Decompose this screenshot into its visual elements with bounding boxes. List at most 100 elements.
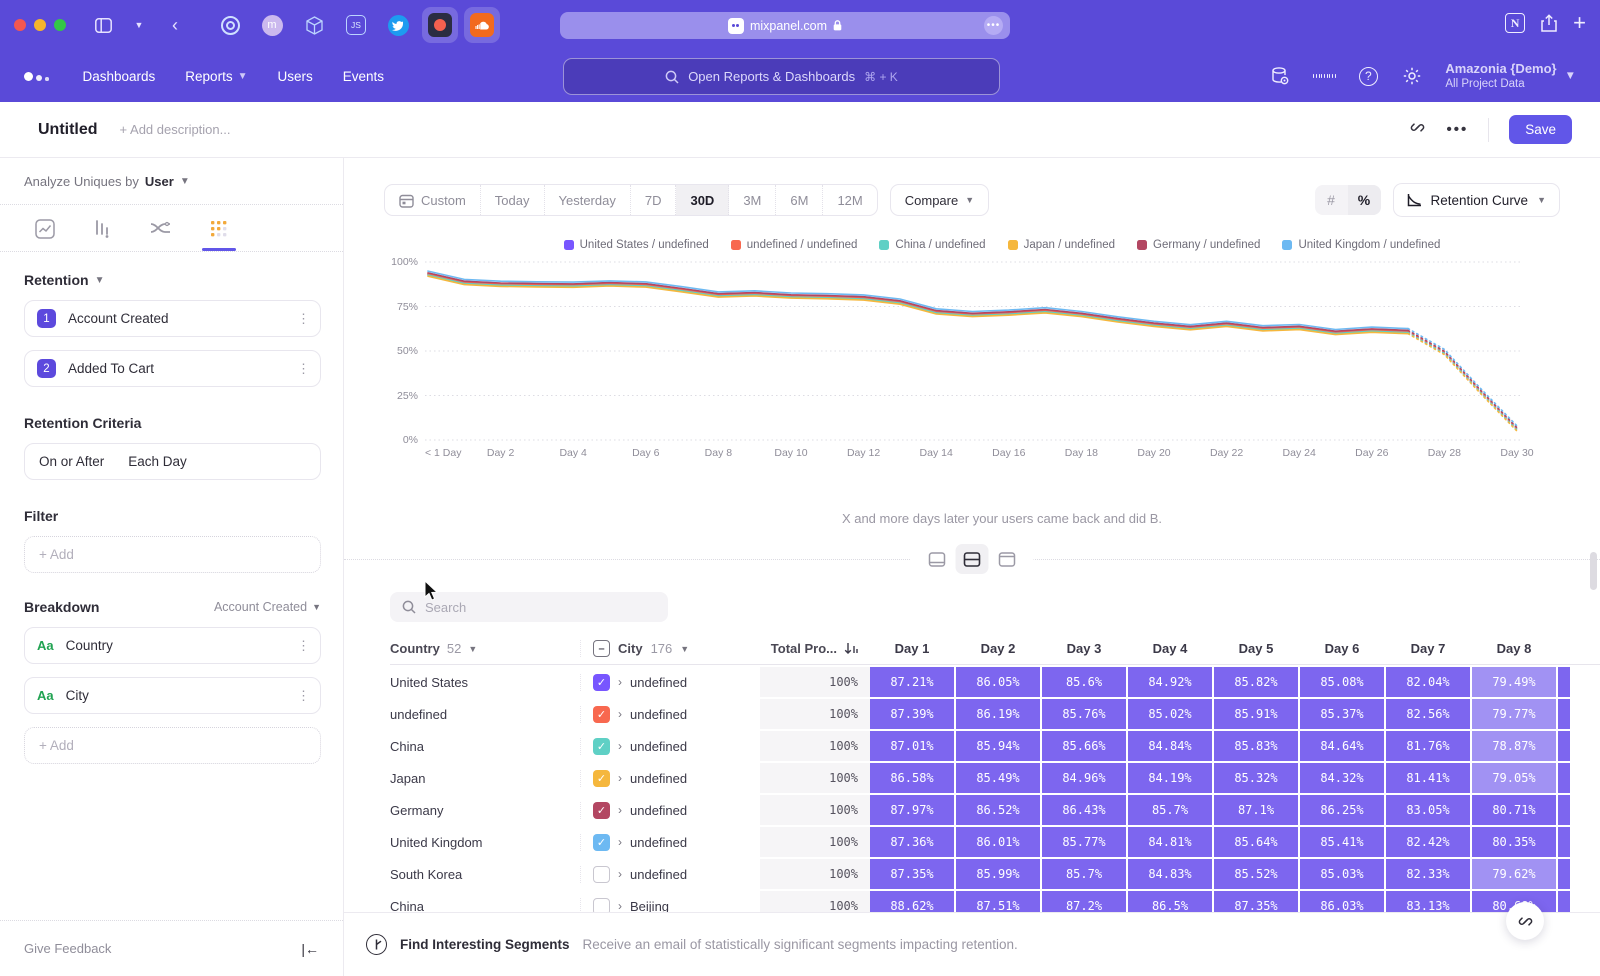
date-range-7d[interactable]: 7D: [631, 185, 677, 215]
series-checkbox[interactable]: [593, 866, 610, 883]
retention-value-cell[interactable]: 85.66%: [1042, 731, 1126, 761]
retention-value-cell[interactable]: 86.58%: [870, 763, 954, 793]
retention-value-cell[interactable]: 85.6%: [1042, 667, 1126, 697]
retention-value-cell[interactable]: 84.64%: [1300, 731, 1384, 761]
retention-value-cell[interactable]: 84.84%: [1128, 731, 1212, 761]
url-bar[interactable]: mixpanel.com •••: [560, 12, 1010, 39]
back-icon[interactable]: ‹: [162, 12, 188, 38]
retention-value-cell[interactable]: 82.33%: [1386, 859, 1470, 889]
retention-value-cell[interactable]: 87.36%: [870, 827, 954, 857]
kebab-menu-icon[interactable]: ⋮: [297, 638, 310, 654]
help-icon[interactable]: ?: [1357, 65, 1379, 87]
expand-row-icon[interactable]: ›: [618, 675, 622, 689]
series-checkbox[interactable]: ✓: [593, 706, 610, 723]
retention-value-cell[interactable]: 85.91%: [1214, 699, 1298, 729]
date-range-yesterday[interactable]: Yesterday: [545, 185, 631, 215]
day-column-header[interactable]: Day 4: [1128, 641, 1212, 656]
kebab-menu-icon[interactable]: ⋮: [297, 311, 310, 327]
minimize-window-icon[interactable]: [34, 19, 46, 31]
table-row[interactable]: Japan✓›undefined100%86.58%85.49%84.96%84…: [390, 763, 1600, 793]
date-range-custom[interactable]: Custom: [385, 185, 481, 215]
retention-value-cell[interactable]: 85.76%: [1042, 699, 1126, 729]
add-breakdown-button[interactable]: + Add: [24, 727, 321, 764]
retention-value-cell[interactable]: 79.05%: [1472, 763, 1556, 793]
compare-button[interactable]: Compare ▼: [890, 184, 989, 216]
retention-value-cell[interactable]: 84.81%: [1128, 827, 1212, 857]
window-controls[interactable]: [14, 19, 66, 31]
retention-value-cell[interactable]: 85.83%: [1214, 731, 1298, 761]
give-feedback-link[interactable]: Give Feedback: [24, 941, 111, 956]
layout-split-icon[interactable]: [956, 544, 989, 574]
retention-value-cell[interactable]: 86.01%: [956, 827, 1040, 857]
retention-value-cell[interactable]: 85.37%: [1300, 699, 1384, 729]
series-checkbox[interactable]: ✓: [593, 770, 610, 787]
day-column-header[interactable]: Day 6: [1300, 641, 1384, 656]
vertical-scrollbar[interactable]: [1590, 552, 1597, 590]
retention-step-2[interactable]: 2 Added To Cart ⋮: [24, 350, 321, 387]
expand-row-icon[interactable]: ›: [618, 707, 622, 721]
nav-item-reports[interactable]: Reports▼: [185, 69, 247, 84]
notion-icon[interactable]: N: [1505, 13, 1525, 33]
segments-title[interactable]: Find Interesting Segments: [400, 937, 570, 952]
global-search[interactable]: Open Reports & Dashboards ⌘ + K: [563, 58, 1000, 95]
bird-tab[interactable]: [380, 7, 416, 43]
sort-descending-icon[interactable]: [844, 642, 858, 655]
sidebar-toggle-icon[interactable]: [90, 12, 116, 38]
analyze-uniques-control[interactable]: Analyze Uniques by User ▼: [24, 174, 321, 204]
retention-value-cell[interactable]: 80.71%: [1472, 795, 1556, 825]
mixpanel-logo[interactable]: [24, 72, 49, 81]
retention-value-cell[interactable]: 86.43%: [1042, 795, 1126, 825]
country-column-header[interactable]: Country 52 ▼: [390, 641, 580, 656]
retention-value-cell[interactable]: 86.19%: [956, 699, 1040, 729]
table-row[interactable]: China✓›undefined100%87.01%85.94%85.66%84…: [390, 731, 1600, 761]
retention-step-1[interactable]: 1 Account Created ⋮: [24, 300, 321, 337]
legend-item[interactable]: United Kingdom / undefined: [1282, 239, 1440, 251]
retention-value-cell[interactable]: 84.19%: [1128, 763, 1212, 793]
tab-flows[interactable]: [146, 219, 176, 251]
kebab-menu-icon[interactable]: ⋮: [297, 361, 310, 377]
day-column-header[interactable]: Day 7: [1386, 641, 1470, 656]
retention-value-cell[interactable]: 87.39%: [870, 699, 954, 729]
series-checkbox[interactable]: ✓: [593, 738, 610, 755]
share-icon[interactable]: [1541, 14, 1557, 32]
retention-value-cell[interactable]: 84.96%: [1042, 763, 1126, 793]
retention-value-cell[interactable]: 85.7%: [1128, 795, 1212, 825]
breakdown-field-city[interactable]: Aa City ⋮: [24, 677, 321, 714]
retention-value-cell[interactable]: 85.82%: [1214, 667, 1298, 697]
apps-grid-icon[interactable]: [1313, 65, 1335, 87]
day-column-header[interactable]: Day 3: [1042, 641, 1126, 656]
retention-value-cell[interactable]: 85.7%: [1042, 859, 1126, 889]
select-all-checkbox[interactable]: –: [593, 640, 610, 657]
retention-value-cell[interactable]: 85.99%: [956, 859, 1040, 889]
layout-chart-only-icon[interactable]: [921, 544, 954, 574]
expand-row-icon[interactable]: ›: [618, 899, 622, 913]
retention-value-cell[interactable]: 79.49%: [1472, 667, 1556, 697]
breakdown-context-selector[interactable]: Account Created ▼: [214, 600, 321, 614]
retention-value-cell[interactable]: 85.08%: [1300, 667, 1384, 697]
retention-value-cell[interactable]: 83.05%: [1386, 795, 1470, 825]
table-search[interactable]: [390, 592, 668, 622]
soundcloud-tab[interactable]: [464, 7, 500, 43]
retention-value-cell[interactable]: 79.62%: [1472, 859, 1556, 889]
retention-value-cell[interactable]: 80.35%: [1472, 827, 1556, 857]
nav-item-dashboards[interactable]: Dashboards: [83, 69, 156, 84]
day-column-header[interactable]: Day 8: [1472, 641, 1556, 656]
retention-value-cell[interactable]: 84.92%: [1128, 667, 1212, 697]
retention-value-cell[interactable]: 87.01%: [870, 731, 954, 761]
kebab-menu-icon[interactable]: ⋮: [297, 688, 310, 704]
tab-overview-chevron-icon[interactable]: ▼: [126, 12, 152, 38]
legend-item[interactable]: United States / undefined: [564, 239, 709, 251]
retention-value-cell[interactable]: 85.32%: [1214, 763, 1298, 793]
series-checkbox[interactable]: ✓: [593, 802, 610, 819]
legend-item[interactable]: Japan / undefined: [1008, 239, 1115, 251]
table-search-input[interactable]: [425, 600, 625, 615]
legend-item[interactable]: Germany / undefined: [1137, 239, 1260, 251]
copy-link-icon[interactable]: [1409, 119, 1426, 140]
table-row[interactable]: United Kingdom✓›undefined100%87.36%86.01…: [390, 827, 1600, 857]
retention-value-cell[interactable]: 85.64%: [1214, 827, 1298, 857]
m-avatar-tab[interactable]: m: [254, 7, 290, 43]
retention-value-cell[interactable]: 79.77%: [1472, 699, 1556, 729]
project-switcher[interactable]: Amazonia {Demo} All Project Data ▼: [1445, 61, 1576, 92]
data-management-icon[interactable]: [1269, 65, 1291, 87]
add-filter-button[interactable]: + Add: [24, 536, 321, 573]
